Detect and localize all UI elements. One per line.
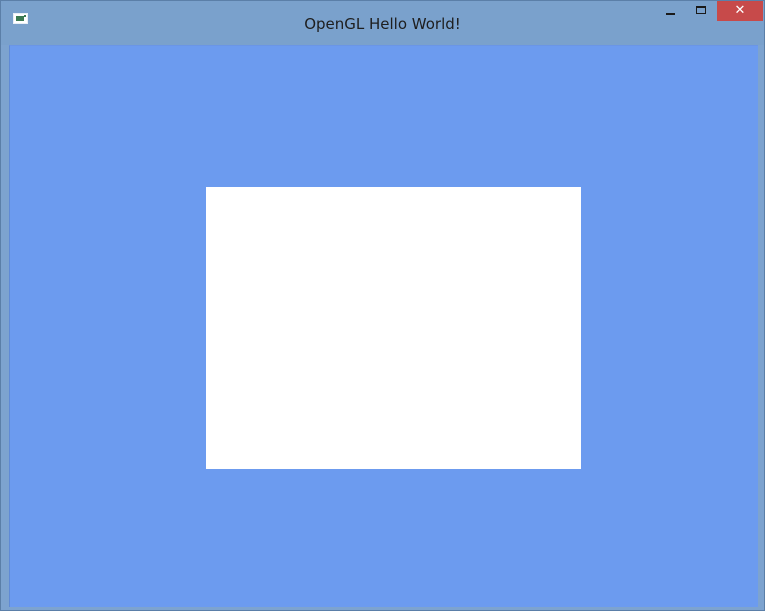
title-bar[interactable]: OpenGL Hello World! ✕ bbox=[1, 1, 764, 45]
maximize-button[interactable] bbox=[689, 1, 713, 21]
white-quad bbox=[206, 187, 581, 469]
close-icon: ✕ bbox=[734, 3, 746, 18]
window-title: OpenGL Hello World! bbox=[304, 15, 461, 33]
minimize-icon bbox=[666, 13, 675, 15]
application-icon[interactable] bbox=[13, 13, 28, 24]
minimize-button[interactable] bbox=[657, 1, 683, 21]
maximize-icon bbox=[696, 6, 706, 14]
close-button[interactable]: ✕ bbox=[717, 1, 763, 21]
app-window: OpenGL Hello World! ✕ bbox=[0, 0, 765, 611]
opengl-canvas[interactable] bbox=[9, 45, 758, 607]
